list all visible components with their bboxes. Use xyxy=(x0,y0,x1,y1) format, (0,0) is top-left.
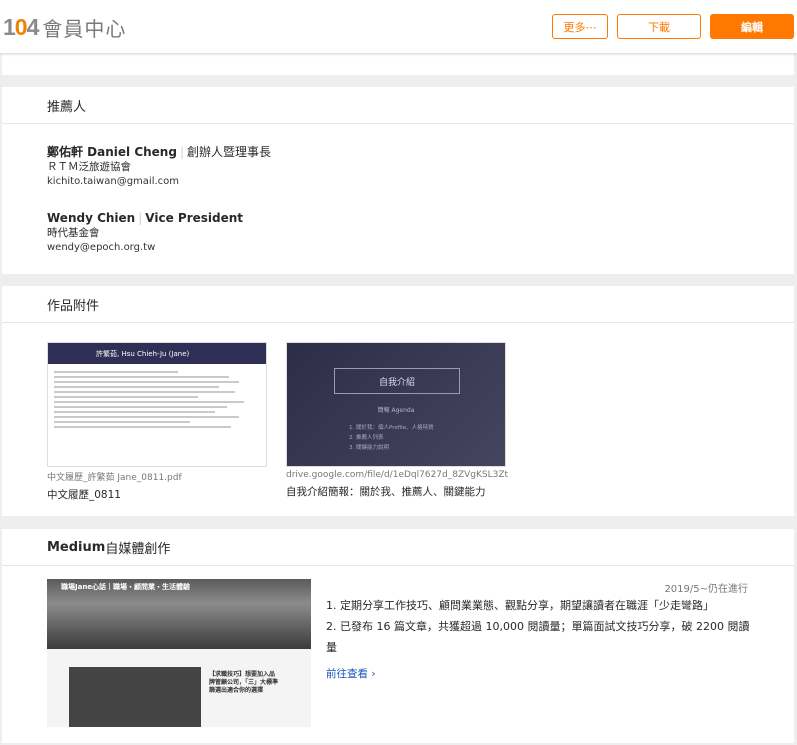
article-preview-title: 【求職技巧】想要加入品牌管顧公司，「三」大標準篩選出適合你的選擇 xyxy=(209,671,279,694)
logo-104[interactable]: 104 會員中心 xyxy=(3,13,127,41)
recommender-name: 鄭佑軒 Daniel Cheng xyxy=(47,145,177,159)
attachment-item-resume[interactable]: 許繁茹, Hsu Chieh-Ju (Jane) 中文履歷_許繁茹 Jane_0… xyxy=(47,342,269,502)
recommenders-card: 推薦人 鄭佑軒 Daniel Cheng | 創辦人暨理事長 ＲＴＭ泛旅遊協會 ki… xyxy=(2,87,794,274)
attachments-card: 作品附件 許繁茹, Hsu Chieh-Ju (Jane) 中文履歷_許繁茹 J… xyxy=(2,286,794,516)
medium-description: 1. 定期分享工作技巧、顧問業業態、觀點分享，期望讓讀者在職涯「少走彎路」 2.… xyxy=(326,595,751,658)
slides-thumb-title: 自我介紹 xyxy=(334,368,460,394)
logo-text: 會員中心 xyxy=(42,16,127,41)
download-button[interactable]: 下載 xyxy=(617,14,701,39)
medium-title-bold: Medium xyxy=(47,539,106,555)
recommender-email: wendy@epoch.org.tw xyxy=(47,242,156,253)
slides-thumb-subtitle: 簡報 Agenda xyxy=(377,407,415,414)
attachment-title[interactable]: 自我介紹簡報：關於我、推薦人、關鍵能力 xyxy=(286,484,508,499)
previous-section-card xyxy=(2,53,794,75)
resume-thumbnail[interactable]: 許繁茹, Hsu Chieh-Ju (Jane) xyxy=(47,342,267,467)
attachment-filename: drive.google.com/file/d/1eDql7627d_8ZVgK… xyxy=(286,470,508,480)
recommender-role: 創辦人暨理事長 xyxy=(187,145,272,159)
attachments-title: 作品附件 xyxy=(2,286,794,323)
attachment-item-slides[interactable]: 自我介紹 簡報 Agenda 1. 關於我：個人Profile、人格特質 2. … xyxy=(286,342,508,499)
recommender-item: Wendy Chien | Vice President 時代基金會 wendy@e… xyxy=(47,211,244,253)
medium-line-1: 1. 定期分享工作技巧、顧問業業態、觀點分享，期望讓讀者在職涯「少走彎路」 xyxy=(326,599,714,612)
medium-date: 2019/5~仍在進行 xyxy=(664,584,748,595)
logo-number: 104 xyxy=(3,13,39,40)
top-bar: 104 會員中心 更多⋯ 下載 編輯 xyxy=(0,0,797,53)
recommender-org: ＲＴＭ泛旅遊協會 xyxy=(47,161,131,173)
medium-title-rest: 自媒體創作 xyxy=(105,541,171,557)
medium-card: Medium 自媒體創作 職場Jane心話｜職場・顧問業・生活體驗 【求職技巧】… xyxy=(2,529,794,743)
recommenders-title: 推薦人 xyxy=(2,87,794,124)
medium-view-link[interactable]: 前往查看 › xyxy=(326,666,376,681)
article-collage-image xyxy=(69,667,201,727)
attachment-title[interactable]: 中文履歷_0811 xyxy=(47,487,269,502)
medium-title: Medium 自媒體創作 xyxy=(2,529,794,566)
medium-line-2: 2. 已發布 16 篇文章，共獲超過 10,000 閱讀量；單篇面試文技巧分享，… xyxy=(326,620,750,654)
recommender-role: Vice President xyxy=(145,211,244,225)
edit-button[interactable]: 編輯 xyxy=(710,14,794,39)
recommender-name: Wendy Chien xyxy=(47,211,136,225)
resume-thumb-body xyxy=(48,364,266,435)
medium-banner: 職場Jane心話｜職場・顧問業・生活體驗 xyxy=(61,583,191,591)
recommender-item: 鄭佑軒 Daniel Cheng | 創辦人暨理事長 ＲＴＭ泛旅遊協會 kichit… xyxy=(47,145,272,187)
slides-thumb-item: 2. 推薦人列表 xyxy=(349,435,384,441)
resume-thumb-header: 許繁茹, Hsu Chieh-Ju (Jane) xyxy=(48,343,266,364)
chevron-right-icon: › xyxy=(371,668,376,680)
medium-thumbnail[interactable]: 職場Jane心話｜職場・顧問業・生活體驗 【求職技巧】想要加入品牌管顧公司，「三… xyxy=(47,579,311,727)
slides-thumbnail[interactable]: 自我介紹 簡報 Agenda 1. 關於我：個人Profile、人格特質 2. … xyxy=(286,342,506,467)
slides-thumb-item: 3. 關鍵能力說明 xyxy=(349,445,389,451)
medium-link-label[interactable]: 前往查看 xyxy=(326,668,368,680)
attachment-filename: 中文履歷_許繁茹 Jane_0811.pdf xyxy=(47,473,182,483)
more-button[interactable]: 更多⋯ xyxy=(552,14,608,39)
recommender-org: 時代基金會 xyxy=(47,227,100,239)
slides-thumb-item: 1. 關於我：個人Profile、人格特質 xyxy=(349,425,434,431)
medium-article-preview: 【求職技巧】想要加入品牌管顧公司，「三」大標準篩選出適合你的選擇 xyxy=(47,649,311,727)
recommender-email: kichito.taiwan@gmail.com xyxy=(47,176,180,187)
